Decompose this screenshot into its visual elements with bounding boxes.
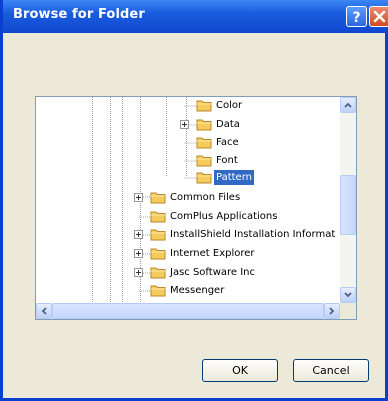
folder-icon <box>196 136 212 149</box>
window-title: Browse for Folder <box>13 7 145 22</box>
tree-item[interactable]: Jasc Software Inc <box>36 264 340 281</box>
horizontal-scrollbar[interactable] <box>36 303 340 319</box>
tree-item[interactable]: Pattern <box>36 169 340 186</box>
tree-item-label: InstallShield Installation Informat <box>170 229 336 240</box>
tree-item[interactable]: Color <box>36 97 340 114</box>
chevron-right-icon <box>329 307 335 315</box>
folder-icon <box>150 284 166 297</box>
expand-plus-icon[interactable] <box>134 268 143 277</box>
browse-for-folder-dialog: Browse for Folder ? Color Data Face Font… <box>0 0 388 401</box>
folder-icon <box>196 154 212 167</box>
expand-plus-icon[interactable] <box>134 249 143 258</box>
folder-icon <box>196 171 212 184</box>
tree-item[interactable]: InstallShield Installation Informat <box>36 226 340 243</box>
expand-plus-icon[interactable] <box>180 120 189 129</box>
question-mark-icon: ? <box>352 10 360 26</box>
expand-plus-icon[interactable] <box>134 230 143 239</box>
tree-item-label: Jasc Software Inc <box>170 267 256 278</box>
scrollbar-corner <box>340 303 356 319</box>
tree-item-label: Internet Explorer <box>170 248 255 259</box>
folder-icon <box>196 99 212 112</box>
scroll-down-button[interactable] <box>340 287 356 303</box>
tree-item-label: Face <box>216 137 239 148</box>
tree-item[interactable]: Internet Explorer <box>36 245 340 262</box>
close-button[interactable] <box>369 6 388 27</box>
chevron-up-icon <box>344 102 352 108</box>
folder-icon <box>150 228 166 241</box>
tree-item-label: Messenger <box>170 285 225 296</box>
tree-item[interactable]: Common Files <box>36 189 340 206</box>
scroll-left-button[interactable] <box>36 303 52 319</box>
tree-item-label: ComPlus Applications <box>170 211 278 222</box>
close-icon <box>373 10 386 23</box>
scroll-up-button[interactable] <box>340 97 356 113</box>
tree-item[interactable]: Data <box>36 116 340 133</box>
tree-item[interactable]: Messenger <box>36 282 340 299</box>
folder-icon <box>150 210 166 223</box>
folder-icon <box>150 191 166 204</box>
chevron-down-icon <box>344 292 352 298</box>
folder-icon <box>150 266 166 279</box>
horizontal-scroll-thumb[interactable] <box>52 303 324 319</box>
scroll-right-button[interactable] <box>324 303 340 319</box>
tree-item[interactable]: Face <box>36 134 340 151</box>
folder-icon <box>150 247 166 260</box>
ok-button[interactable]: OK <box>202 359 278 382</box>
folder-icon <box>196 118 212 131</box>
tree-item-label: Pattern <box>214 170 254 185</box>
tree-item-label: Color <box>216 100 243 111</box>
svg-text:?: ? <box>352 10 360 26</box>
tree-item-label: Font <box>216 155 238 166</box>
vertical-scrollbar[interactable] <box>340 97 356 303</box>
tree-item-label: Data <box>216 119 240 130</box>
folder-tree-view[interactable]: Color Data Face Font Pattern Common Files ComP… <box>35 96 357 320</box>
vertical-scroll-thumb[interactable] <box>340 175 356 235</box>
title-bar[interactable]: Browse for Folder ? <box>3 0 388 33</box>
chevron-left-icon <box>41 307 47 315</box>
expand-plus-icon[interactable] <box>134 193 143 202</box>
cancel-button[interactable]: Cancel <box>293 359 369 382</box>
tree-item[interactable]: ComPlus Applications <box>36 208 340 225</box>
tree-item[interactable]: Font <box>36 152 340 169</box>
tree-item-label: Common Files <box>170 192 241 203</box>
help-button[interactable]: ? <box>346 6 367 27</box>
